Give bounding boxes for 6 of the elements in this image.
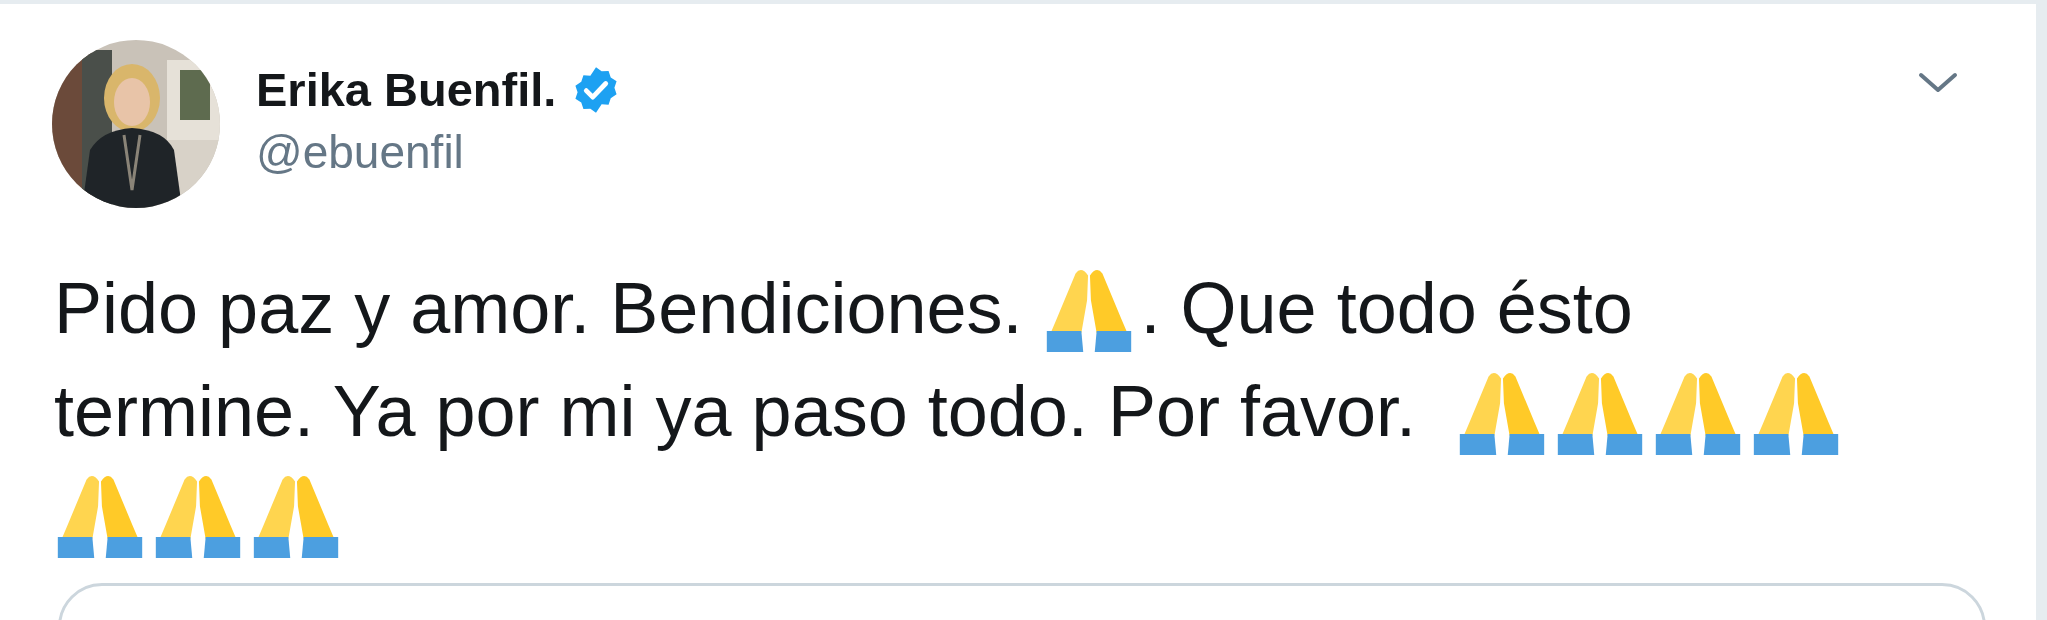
tweet-text: termine. Ya por mi ya paso todo. Por favor. bbox=[54, 369, 1418, 452]
tweet-text: . Que todo ésto bbox=[1140, 266, 1633, 349]
chevron-down-icon[interactable] bbox=[1918, 72, 1958, 94]
author-handle[interactable]: @ebuenfil bbox=[256, 125, 623, 179]
tweet-text: Pido paz y amor. Bendiciones. bbox=[54, 266, 1024, 349]
author-name[interactable]: Erika Buenfil. bbox=[256, 62, 557, 117]
